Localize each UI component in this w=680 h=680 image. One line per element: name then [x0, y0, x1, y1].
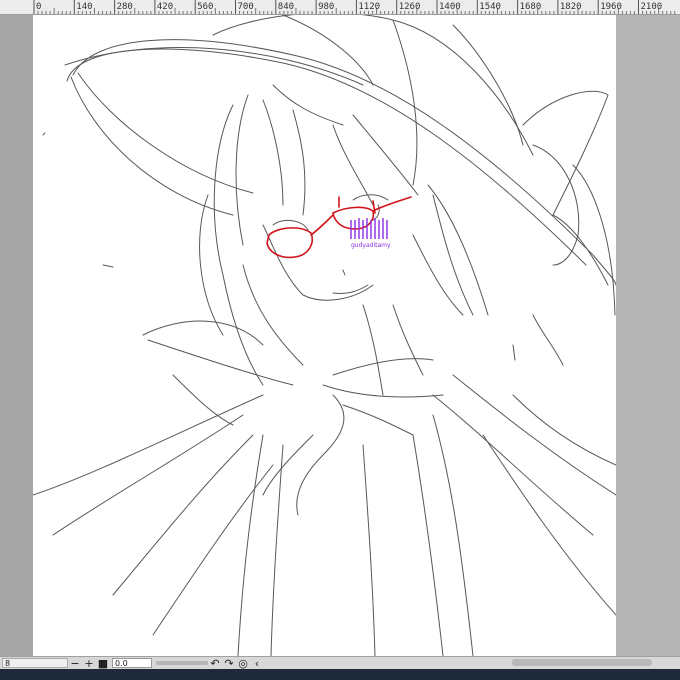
- workspace-margin-right: [616, 15, 680, 656]
- ruler-tick-label: 1540: [479, 2, 501, 12]
- ruler-tick-label: 560: [197, 2, 213, 12]
- workspace: gudyaditamy: [0, 15, 680, 656]
- zoom-level-field[interactable]: 8: [2, 658, 68, 668]
- ruler-tick-label: 2100: [641, 2, 663, 12]
- rotation-angle-field[interactable]: 0.0: [112, 658, 152, 668]
- flip-icon[interactable]: ‹: [250, 657, 264, 670]
- zoom-out-button[interactable]: −: [68, 657, 82, 670]
- os-taskbar: [0, 669, 680, 680]
- ruler-tick-label: 140: [76, 2, 92, 12]
- rotate-right-icon[interactable]: ↷: [222, 657, 236, 670]
- ruler-tick-label: 1400: [439, 2, 461, 12]
- paint-app-window: 0 140 280 420 560 700 840 980 1120 1260 1400 1540 16…: [0, 0, 680, 680]
- drawing-canvas[interactable]: gudyaditamy: [33, 15, 616, 656]
- ruler-tick-label: 840: [278, 2, 294, 12]
- signature-text: gudyaditamy: [351, 242, 391, 249]
- ruler-tick-label: 980: [318, 2, 334, 12]
- ruler-tick-label: 1260: [399, 2, 421, 12]
- horizontal-scrollbar[interactable]: [512, 659, 652, 666]
- ruler-tick-label: 1820: [560, 2, 582, 12]
- stop-button[interactable]: ■: [96, 657, 110, 670]
- zoom-in-button[interactable]: +: [82, 657, 96, 670]
- canvas-status-bar: 8 − + ■ 0.0 ↶ ↷ ◎ ‹: [0, 656, 680, 670]
- ruler-tick-label: 280: [117, 2, 133, 12]
- sketch-artwork: gudyaditamy: [33, 15, 616, 656]
- rotate-left-icon[interactable]: ↶: [208, 657, 222, 670]
- rotation-slider[interactable]: [156, 661, 208, 665]
- reset-rotation-icon[interactable]: ◎: [236, 657, 250, 670]
- ruler-tick-label: 420: [157, 2, 173, 12]
- ruler-tick-label: 1960: [600, 2, 622, 12]
- ruler-tick-label: 1680: [520, 2, 542, 12]
- ruler-tick-label: 1120: [358, 2, 380, 12]
- ruler-tick-label: 700: [238, 2, 254, 12]
- ruler-scale: 0 140 280 420 560 700 840 980 1120 1260 1400 1540 16…: [33, 0, 676, 14]
- horizontal-ruler: 0 140 280 420 560 700 840 980 1120 1260 1400 1540 16…: [0, 0, 680, 15]
- ruler-tick-label: 0: [36, 2, 41, 12]
